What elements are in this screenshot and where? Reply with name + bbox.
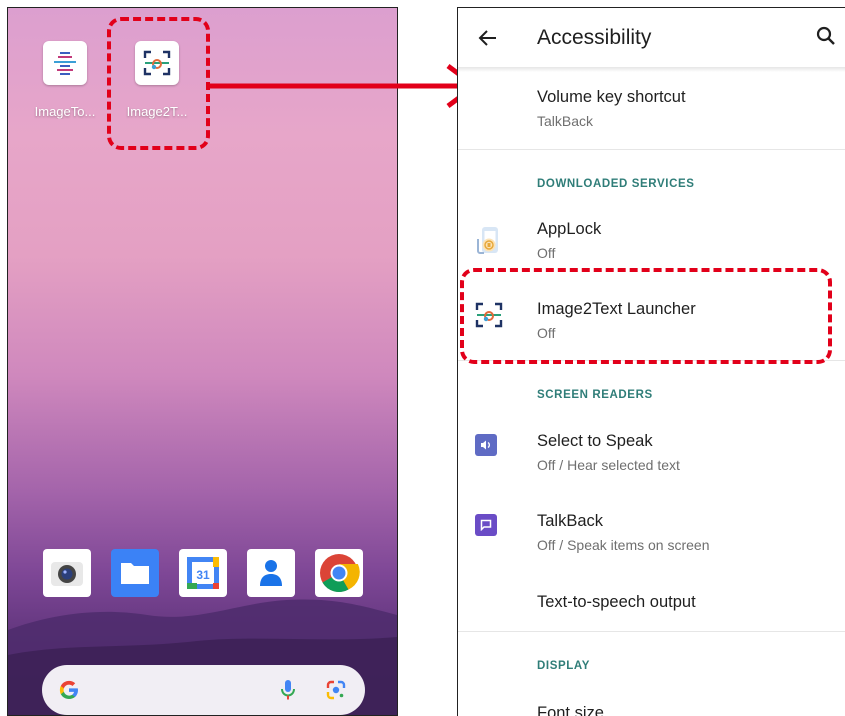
row-title: AppLock bbox=[537, 220, 602, 238]
divider bbox=[458, 149, 845, 150]
row-subtitle: TalkBack bbox=[537, 113, 594, 129]
section-display: DISPLAY bbox=[537, 660, 590, 672]
row-title: TalkBack bbox=[537, 512, 604, 530]
talkback-row[interactable]: TalkBack Off / Speak items on screen bbox=[458, 500, 845, 566]
volume-key-shortcut-row[interactable]: Volume key shortcut TalkBack bbox=[458, 72, 845, 150]
section-downloaded-services: DOWNLOADED SERVICES bbox=[537, 178, 695, 190]
page-title: Accessibility bbox=[537, 26, 652, 49]
talkback-icon bbox=[475, 514, 497, 536]
row-title: Font size bbox=[537, 704, 604, 716]
app-bar: Accessibility bbox=[458, 8, 845, 68]
text-to-speech-row[interactable]: Text-to-speech output bbox=[458, 578, 845, 630]
row-subtitle: Off bbox=[537, 245, 556, 261]
section-screen-readers: SCREEN READERS bbox=[537, 389, 653, 401]
search-icon[interactable] bbox=[814, 24, 838, 48]
divider bbox=[458, 631, 845, 632]
row-subtitle: Off / Hear selected text bbox=[537, 457, 680, 473]
row-title: Text-to-speech output bbox=[537, 593, 696, 611]
font-size-row[interactable]: Font size bbox=[458, 688, 845, 716]
row-subtitle: Off / Speak items on screen bbox=[537, 537, 710, 553]
applock-row[interactable]: AppLock Off bbox=[458, 208, 845, 274]
row-title: Select to Speak bbox=[537, 432, 653, 450]
select-to-speak-row[interactable]: Select to Speak Off / Hear selected text bbox=[458, 420, 845, 486]
select-to-speak-icon bbox=[475, 434, 497, 456]
highlight-image2text-launcher bbox=[460, 268, 832, 364]
back-arrow-icon[interactable] bbox=[476, 26, 500, 50]
applock-icon bbox=[474, 225, 504, 255]
row-title: Volume key shortcut bbox=[537, 88, 686, 106]
